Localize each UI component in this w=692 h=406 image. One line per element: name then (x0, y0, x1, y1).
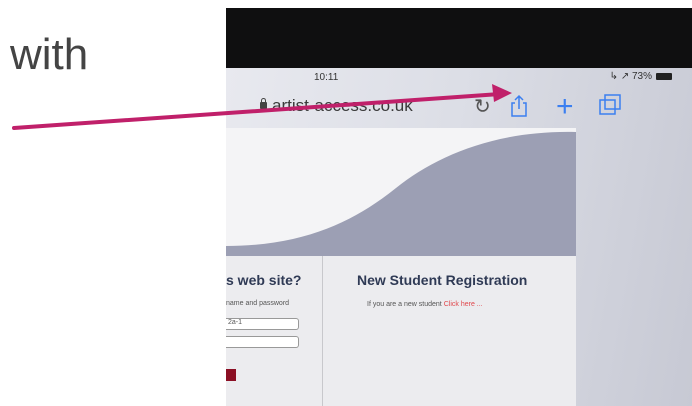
username-value: 2a-1 (228, 319, 243, 326)
registration-panel: New Student Registration If you are a ne… (322, 256, 577, 406)
new-tab-icon[interactable]: + (556, 90, 574, 124)
address-bar[interactable]: artist-access.co.uk ↻ + (226, 88, 692, 126)
ipad-photo: 10:11 ↳ ↗ 73% artist-access.co.uk ↻ + s … (226, 8, 692, 406)
registration-link[interactable]: Click here ... (444, 301, 483, 308)
url-text[interactable]: artist-access.co.uk (272, 96, 413, 116)
login-button[interactable] (226, 369, 236, 381)
page-banner (226, 128, 576, 256)
ipad-screen: 10:11 ↳ ↗ 73% artist-access.co.uk ↻ + s … (226, 68, 692, 406)
login-panel: s web site? name and password 2a-1 (226, 256, 322, 406)
status-signal: ↳ ↗ 73% (609, 71, 652, 82)
registration-prompt: If you are a new student (367, 301, 442, 308)
tabs-icon[interactable] (598, 94, 622, 121)
status-bar: 10:11 ↳ ↗ 73% (226, 68, 692, 88)
registration-title: New Student Registration (357, 272, 528, 288)
web-page: s web site? name and password 2a-1 New S… (226, 128, 576, 406)
battery-icon (656, 73, 672, 80)
slide-caption: with (10, 30, 89, 79)
login-hint: name and password (226, 300, 290, 307)
lock-icon (260, 98, 267, 109)
reload-icon[interactable]: ↻ (474, 94, 491, 119)
login-title: s web site? (226, 272, 302, 288)
password-field[interactable] (226, 336, 299, 348)
registration-text: If you are a new student Click here ... (367, 301, 483, 308)
status-time: 10:11 (314, 72, 339, 83)
share-icon[interactable] (510, 94, 528, 123)
username-field[interactable]: 2a-1 (226, 318, 299, 330)
status-indicators: ↳ ↗ 73% (610, 71, 672, 82)
